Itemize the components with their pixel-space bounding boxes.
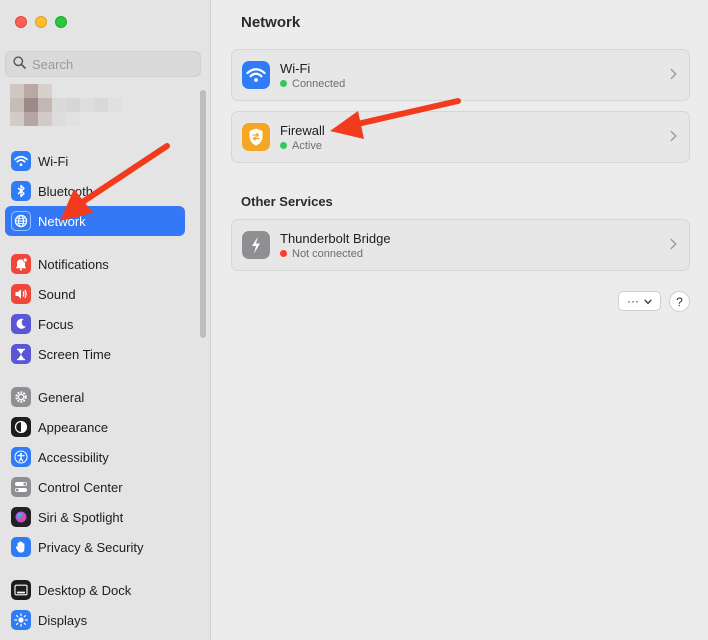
sidebar-item-control-center[interactable]: Control Center xyxy=(5,472,185,502)
hourglass-icon xyxy=(11,344,31,364)
sidebar-item-sound[interactable]: Sound xyxy=(5,279,185,309)
wifi-icon xyxy=(242,61,270,89)
appearance-icon xyxy=(11,417,31,437)
sidebar: Wi-Fi Bluetooth Network Notifications So xyxy=(0,0,211,640)
globe-icon xyxy=(11,211,31,231)
gear-icon xyxy=(11,387,31,407)
thunderbolt-icon xyxy=(242,231,270,259)
sidebar-item-label: Displays xyxy=(38,612,88,628)
service-row-thunderbolt-bridge[interactable]: Thunderbolt Bridge Not connected xyxy=(231,219,690,271)
sidebar-item-wifi[interactable]: Wi-Fi xyxy=(5,146,185,176)
more-actions-button[interactable]: ··· xyxy=(618,291,661,311)
firewall-icon xyxy=(242,123,270,151)
wifi-icon xyxy=(11,151,31,171)
search-field[interactable] xyxy=(5,51,201,77)
speaker-icon xyxy=(11,284,31,304)
accessibility-icon xyxy=(11,447,31,467)
status-dot-icon xyxy=(280,250,287,257)
sidebar-item-focus[interactable]: Focus xyxy=(5,309,185,339)
sidebar-item-label: General xyxy=(38,389,85,405)
sidebar-item-label: Focus xyxy=(38,316,74,332)
sidebar-item-screen-time[interactable]: Screen Time xyxy=(5,339,185,369)
sidebar-item-bluetooth[interactable]: Bluetooth xyxy=(5,176,185,206)
sidebar-item-label: Notifications xyxy=(38,256,109,272)
sidebar-item-accessibility[interactable]: Accessibility xyxy=(5,442,185,472)
account-avatar[interactable] xyxy=(10,84,135,132)
service-status: Connected xyxy=(280,78,345,90)
toggles-icon xyxy=(11,477,31,497)
service-title: Firewall xyxy=(280,122,325,138)
section-title: Other Services xyxy=(241,194,333,209)
bell-icon xyxy=(11,254,31,274)
page-title: Network xyxy=(241,14,301,31)
status-dot-icon xyxy=(280,142,287,149)
service-title: Thunderbolt Bridge xyxy=(280,230,391,246)
service-status: Active xyxy=(280,140,325,152)
service-row-firewall[interactable]: Firewall Active xyxy=(231,111,690,163)
sidebar-item-siri-spotlight[interactable]: Siri & Spotlight xyxy=(5,502,185,532)
sidebar-item-appearance[interactable]: Appearance xyxy=(5,412,185,442)
more-actions-label: ··· xyxy=(627,294,639,308)
sidebar-item-label: Bluetooth xyxy=(38,183,93,199)
sidebar-scrollbar[interactable] xyxy=(200,90,206,338)
service-status-text: Connected xyxy=(292,77,346,90)
help-button[interactable]: ? xyxy=(669,291,690,312)
service-status-text: Not connected xyxy=(292,247,363,260)
sidebar-item-label: Accessibility xyxy=(38,449,109,465)
sidebar-item-label: Privacy & Security xyxy=(38,539,144,555)
chevron-right-icon xyxy=(670,238,677,253)
dock-icon xyxy=(11,580,31,600)
sidebar-item-general[interactable]: General xyxy=(5,382,185,412)
sidebar-item-label: Sound xyxy=(38,286,76,302)
sidebar-item-label: Wi-Fi xyxy=(38,153,69,169)
hand-icon xyxy=(11,537,31,557)
siri-icon xyxy=(11,507,31,527)
sidebar-item-notifications[interactable]: Notifications xyxy=(5,249,185,279)
service-status-text: Active xyxy=(292,139,322,152)
sidebar-item-label: Screen Time xyxy=(38,346,111,362)
zoom-window-button[interactable] xyxy=(55,16,67,28)
close-window-button[interactable] xyxy=(15,16,27,28)
sidebar-item-displays[interactable]: Displays xyxy=(5,605,185,635)
sidebar-item-label: Desktop & Dock xyxy=(38,582,132,598)
sidebar-item-desktop-dock[interactable]: Desktop & Dock xyxy=(5,575,185,605)
status-dot-icon xyxy=(280,80,287,87)
sidebar-item-label: Appearance xyxy=(38,419,109,435)
main-pane: Network Wi-Fi Connected Firewall Active … xyxy=(212,0,708,640)
window-controls xyxy=(15,16,67,28)
minimize-window-button[interactable] xyxy=(35,16,47,28)
chevron-right-icon xyxy=(670,68,677,83)
sidebar-item-network[interactable]: Network xyxy=(5,206,185,236)
chevron-right-icon xyxy=(670,130,677,145)
service-status: Not connected xyxy=(280,248,391,260)
sidebar-item-label: Control Center xyxy=(38,479,123,495)
service-row-wifi[interactable]: Wi-Fi Connected xyxy=(231,49,690,101)
bluetooth-icon xyxy=(11,181,31,201)
sun-icon xyxy=(11,610,31,630)
sidebar-item-privacy-security[interactable]: Privacy & Security xyxy=(5,532,185,562)
search-icon xyxy=(13,56,26,72)
chevron-down-icon xyxy=(644,294,652,308)
moon-icon xyxy=(11,314,31,334)
service-title: Wi-Fi xyxy=(280,60,311,76)
search-input[interactable] xyxy=(32,56,192,72)
sidebar-item-label: Siri & Spotlight xyxy=(38,509,124,525)
settings-window: Wi-Fi Bluetooth Network Notifications So xyxy=(0,0,708,640)
sidebar-item-label: Network xyxy=(38,213,86,229)
